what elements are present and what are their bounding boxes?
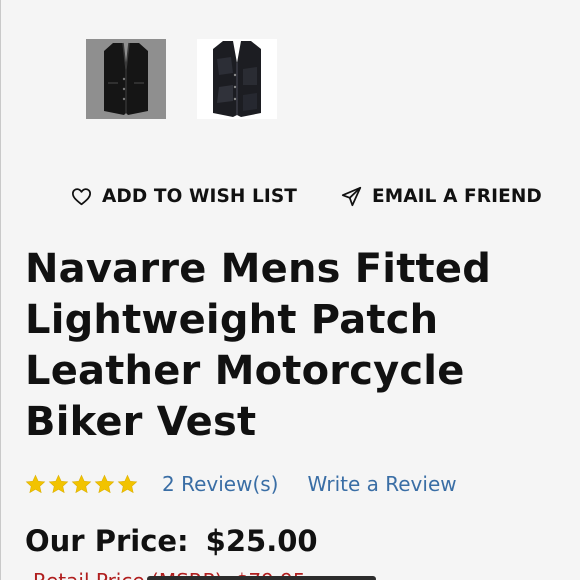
star-rating (25, 474, 138, 495)
price-row: Our Price: $25.00 (25, 524, 318, 558)
our-price-value: $25.00 (205, 524, 318, 558)
write-review-link[interactable]: Write a Review (307, 472, 456, 496)
reviews-count-link[interactable]: 2 Review(s) (162, 472, 278, 496)
product-title: Navarre Mens Fitted Lightweight Patch Le… (25, 246, 492, 445)
email-a-friend-link[interactable]: EMAIL A FRIEND (341, 186, 542, 207)
star-icon (48, 474, 69, 493)
vest-photo-front (104, 42, 148, 115)
add-to-wishlist-label: ADD TO WISH LIST (102, 186, 298, 207)
add-to-wishlist-link[interactable]: ADD TO WISH LIST (71, 186, 297, 207)
email-a-friend-label: EMAIL A FRIEND (372, 186, 542, 207)
our-price-label: Our Price: (25, 524, 189, 558)
product-actions: ADD TO WISH LIST EMAIL A FRIEND (71, 186, 542, 207)
star-icon (117, 474, 138, 493)
paper-plane-icon (341, 186, 362, 207)
star-icon (25, 474, 46, 493)
heart-icon (72, 188, 91, 206)
thumbnail-vest-front[interactable] (86, 39, 166, 119)
thumbnail-vest-patch[interactable] (197, 39, 277, 119)
thumbnail-gallery (86, 39, 277, 119)
vest-photo-patch (213, 41, 261, 117)
star-icon (71, 474, 92, 493)
product-page: ADD TO WISH LIST EMAIL A FRIEND Navarre … (0, 0, 580, 580)
rating-row: 2 Review(s) Write a Review (25, 472, 457, 496)
star-icon (94, 474, 115, 493)
overlay-bar (147, 576, 376, 580)
